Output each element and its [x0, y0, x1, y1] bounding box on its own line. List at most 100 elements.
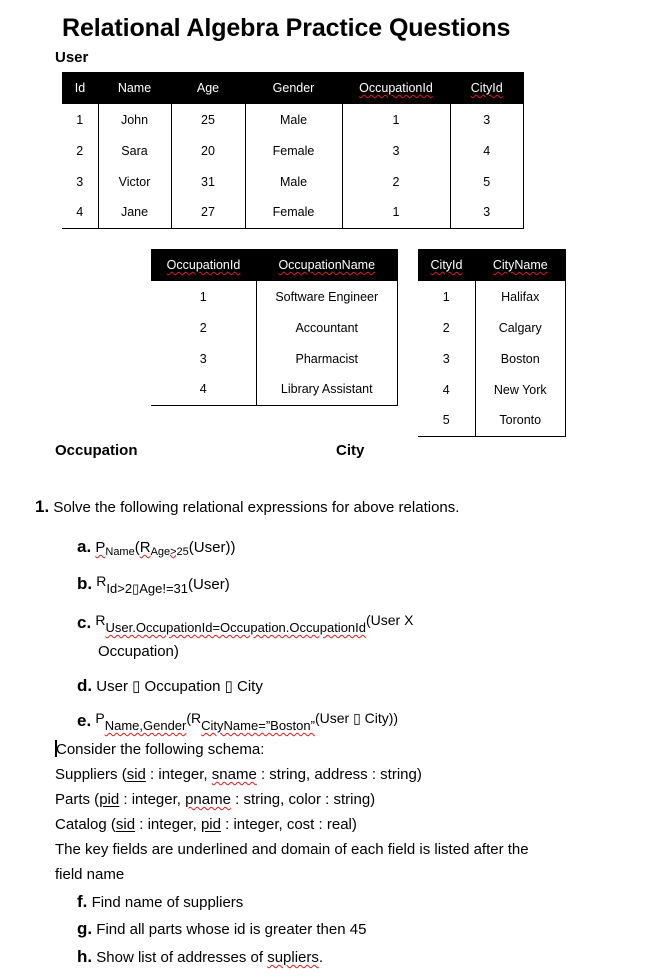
operator-symbol: P [95, 539, 106, 556]
relation-name: Parts ( [55, 791, 100, 808]
table-cell: Halifax [474, 281, 566, 312]
user-table-label: User [55, 49, 89, 66]
column-header-text: CityName [492, 258, 548, 272]
relation-name: Catalog ( [55, 816, 116, 833]
table-cell: 5 [418, 405, 475, 437]
table-cell: Boston [474, 343, 566, 374]
column-header: OccupationId [151, 249, 256, 281]
task-text: Find name of suppliers [91, 894, 244, 911]
city-table-label: City [336, 442, 365, 459]
field-domain: : integer, cost : real) [220, 816, 357, 833]
user-table-header: Id Name Age Gender OccupationId CityId [62, 72, 524, 104]
table-cell: 1 [442, 289, 450, 304]
question-text: Solve the following relational expressio… [53, 499, 460, 516]
schema-relation: Parts (pid : integer, pname : string, co… [55, 791, 375, 808]
occupation-table-header: OccupationId OccupationName [151, 249, 398, 281]
column-header: Id [62, 72, 98, 104]
column-header-text: OccupationId [166, 258, 241, 272]
question-label: c. [77, 613, 92, 632]
task-text: Show list of addresses of [96, 949, 268, 966]
field-domain: : string, color : string) [230, 791, 376, 808]
table-row: 5 Toronto [418, 405, 566, 437]
table-row: 1 Halifax [418, 281, 566, 312]
table-row: 4 New York [418, 374, 566, 405]
column-header: Age [171, 72, 245, 104]
table-row: 4 Jane 27 Female 1 3 [62, 197, 524, 229]
schema-note-line-2: field name [55, 866, 125, 883]
operator-symbol: R [96, 573, 107, 589]
table-cell: 3 [442, 351, 450, 366]
occupation-table: OccupationId OccupationName 1 Software En… [151, 249, 398, 406]
schema-relation: Suppliers (sid : integer, sname : string… [55, 766, 422, 783]
expression-rest: (User X [366, 612, 414, 628]
field-name: sname [211, 766, 257, 783]
table-row: 4 Library Assistant [151, 374, 398, 406]
task-f: f. Find name of suppliers [77, 892, 243, 912]
table-cell: 3 [449, 104, 524, 135]
field-name: pname [185, 791, 231, 808]
table-cell: 4 [449, 135, 524, 166]
schema-intro[interactable]: Consider the following schema: [55, 740, 264, 758]
column-header-text: CityId [430, 258, 463, 272]
operator-subscript: Id>2▯Age!=31 [106, 581, 189, 596]
table-cell: Jane [97, 197, 171, 229]
table-cell: Victor [97, 166, 171, 197]
table-cell: 31 [170, 166, 245, 197]
table-cell: 4 [442, 382, 450, 397]
column-header: CityName [475, 249, 566, 281]
table-cell: Sara [97, 135, 171, 166]
task-label: g. [77, 919, 93, 938]
operator-symbol: R [139, 539, 151, 556]
column-header-text: OccupationId [359, 81, 433, 95]
table-cell: Female [244, 197, 342, 229]
question-1-heading: 1. Solve the following relational expres… [35, 497, 459, 517]
schema-relation: Catalog (sid : integer, pid : integer, c… [55, 816, 357, 833]
task-label: h. [77, 947, 93, 966]
table-cell: 25 [170, 104, 245, 135]
operator-symbol: R [95, 612, 106, 628]
question-b: b. RId>2▯Age!=31(User) [77, 573, 230, 596]
table-cell: Toronto [474, 405, 566, 437]
table-cell: 1 [341, 104, 450, 135]
expression-rest: (User) [188, 576, 230, 593]
table-row: 2 Calgary [418, 312, 566, 343]
user-table: Id Name Age Gender OccupationId CityId 1… [62, 72, 524, 229]
column-header: CityId [450, 72, 524, 104]
key-field: pid [99, 791, 120, 808]
question-d: d. User ▯ Occupation ▯ City [77, 676, 263, 696]
table-cell: New York [474, 374, 566, 405]
question-label: b. [77, 574, 93, 593]
question-c-continuation: Occupation) [98, 643, 179, 660]
operator-symbol: P [95, 710, 105, 726]
schema-note-line-1: The key fields are underlined and domain… [55, 841, 529, 858]
expression-selection: RAge>25 [139, 539, 189, 558]
table-cell: 4 [62, 197, 98, 229]
table-cell: 2 [442, 320, 450, 335]
column-header: CityId [418, 249, 475, 281]
table-cell: Pharmacist [255, 343, 398, 374]
operator-subscript: Age>25 [150, 546, 189, 558]
field-domain: : integer, [119, 791, 186, 808]
table-cell: 2 [76, 143, 84, 158]
table-cell: 1 [199, 289, 207, 304]
question-label: a. [77, 537, 92, 556]
table-cell: Male [244, 166, 342, 197]
column-header: Gender [245, 72, 342, 104]
task-text-misspelled: supliers [267, 949, 319, 966]
expression-projection: PName [95, 539, 135, 558]
relation-name: Suppliers ( [55, 766, 127, 783]
operator-subscript: Name [105, 546, 135, 558]
table-cell: 2 [341, 166, 450, 197]
table-cell: 3 [449, 197, 524, 229]
table-cell: 27 [170, 197, 245, 229]
table-cell: Male [244, 104, 342, 135]
task-label: f. [77, 892, 88, 911]
table-cell: 2 [199, 320, 207, 335]
question-label: d. [77, 676, 93, 695]
question-c: c. RUser.OccupationId=Occupation.Occupat… [77, 612, 414, 635]
column-header: OccupationName [256, 249, 398, 281]
field-domain: : string, address : string) [256, 766, 422, 783]
task-text: . [318, 949, 324, 966]
table-cell: John [97, 104, 171, 135]
city-table-header: CityId CityName [418, 249, 566, 281]
